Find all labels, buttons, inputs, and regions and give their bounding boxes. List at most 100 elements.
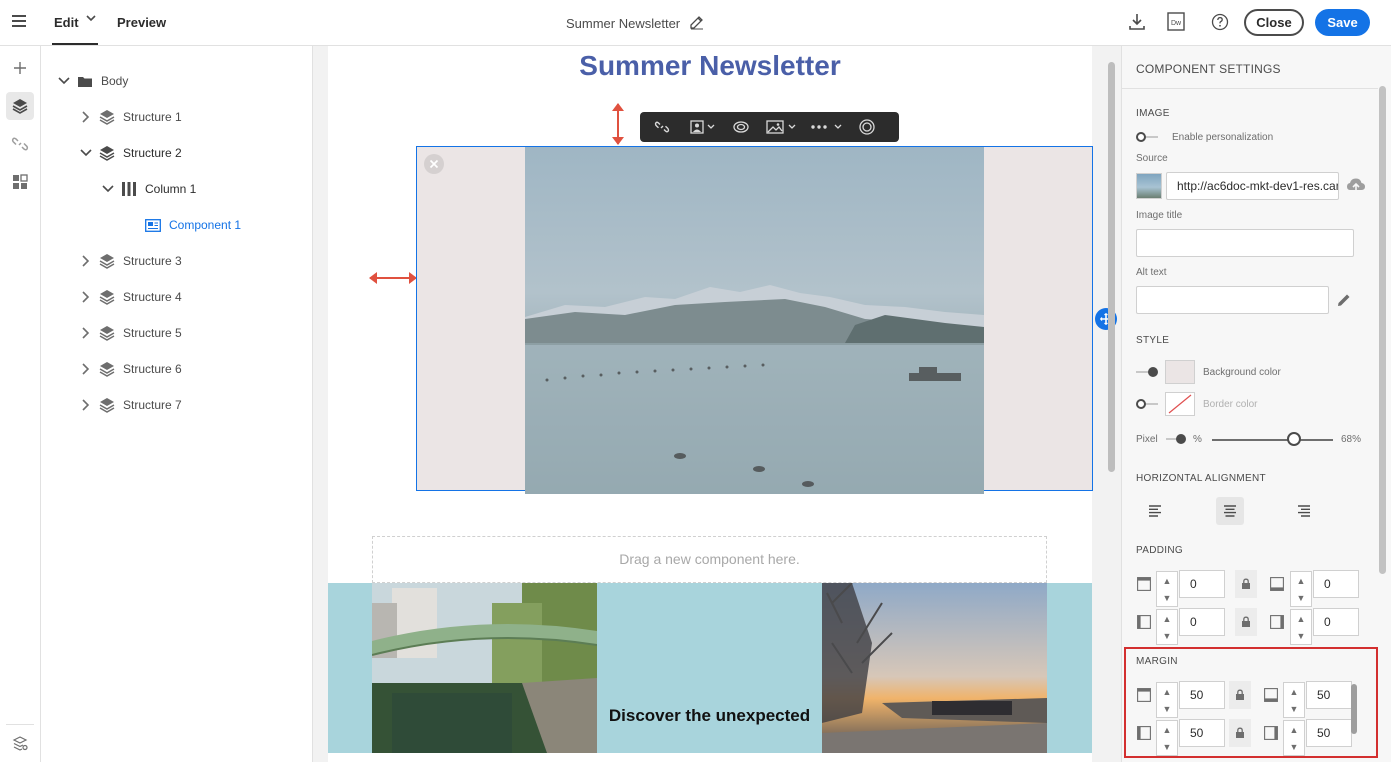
align-center-button[interactable] [1216, 497, 1244, 525]
download-icon[interactable] [1128, 12, 1146, 37]
chevron-right-icon[interactable] [79, 255, 93, 267]
margin-bottom-stepper[interactable]: ▲ ▼ [1283, 682, 1305, 718]
margin-top-input[interactable]: 50 [1179, 681, 1225, 709]
structure-3-block[interactable]: Discover the unexpected [328, 583, 1092, 753]
enable-personalization-label: Enable personalization [1172, 132, 1274, 143]
padding-lock-icon[interactable] [1235, 570, 1257, 598]
dreamweaver-icon[interactable]: Dw [1167, 12, 1185, 37]
image-title-field[interactable] [1136, 229, 1354, 257]
margin-scrollbar[interactable] [1351, 684, 1357, 734]
chevron-down-icon[interactable] [57, 77, 71, 85]
canvas-scrollbar[interactable] [1108, 62, 1115, 472]
padding-right-input[interactable]: 0 [1313, 608, 1359, 636]
bridge-canal-image[interactable] [372, 583, 597, 753]
align-left-button[interactable] [1141, 497, 1169, 525]
alt-text-field[interactable] [1136, 286, 1329, 314]
vertical-resize-arrow-icon[interactable] [610, 100, 626, 148]
tree-item-label: Structure 5 [123, 326, 182, 340]
padding-bottom-input[interactable]: 0 [1313, 570, 1359, 598]
chevron-right-icon[interactable] [79, 291, 93, 303]
upload-cloud-icon[interactable] [1346, 176, 1366, 199]
edit-title-icon[interactable] [689, 14, 705, 35]
border-color-swatch[interactable] [1165, 392, 1195, 416]
tree-item-body[interactable]: Body [57, 71, 128, 91]
opacity-slider-track[interactable] [1212, 439, 1333, 441]
tree-item-component-1[interactable]: Component 1 [145, 215, 241, 235]
tree-item-label: Body [101, 74, 129, 88]
chevron-right-icon[interactable] [79, 363, 93, 375]
tab-edit[interactable]: Edit [54, 15, 79, 30]
layer-settings-icon[interactable] [6, 729, 34, 757]
tree-item-label: Structure 3 [123, 254, 182, 268]
chevron-right-icon[interactable] [79, 327, 93, 339]
menu-icon[interactable] [12, 15, 26, 29]
edit-alt-text-icon[interactable] [1336, 292, 1352, 313]
link-icon[interactable] [650, 112, 674, 142]
structure-text[interactable]: Discover the unexpected [597, 706, 822, 726]
image-component[interactable] [416, 146, 1093, 494]
remove-component-icon[interactable] [424, 154, 444, 174]
newsletter-title[interactable]: Summer Newsletter [328, 50, 1092, 82]
lake-mountain-image[interactable] [525, 147, 984, 494]
link-icon[interactable] [6, 130, 34, 158]
save-button[interactable]: Save [1315, 9, 1370, 36]
add-icon[interactable] [6, 54, 34, 82]
chevron-right-icon[interactable] [79, 399, 93, 411]
padding-right-stepper[interactable]: ▲ ▼ [1290, 609, 1312, 645]
margin-bottom-input[interactable]: 50 [1306, 681, 1352, 709]
chevron-right-icon[interactable] [79, 111, 93, 123]
tab-preview[interactable]: Preview [117, 15, 166, 30]
style-section-label: STYLE [1136, 335, 1170, 346]
source-field[interactable]: http://ac6doc-mkt-dev1-res.campaign [1166, 172, 1339, 200]
sunset-canal-image[interactable] [822, 583, 1047, 753]
enable-personalization-toggle[interactable] [1136, 132, 1158, 142]
margin-left-input[interactable]: 50 [1179, 719, 1225, 747]
margin-right-input[interactable]: 50 [1306, 719, 1352, 747]
panel-scrollbar[interactable] [1379, 86, 1386, 574]
margin-top-stepper[interactable]: ▲ ▼ [1156, 682, 1178, 718]
margin-right-icon [1264, 726, 1278, 740]
background-color-toggle[interactable] [1136, 367, 1158, 377]
align-right-button[interactable] [1290, 497, 1318, 525]
tree-item-structure-1[interactable]: Structure 1 [79, 107, 182, 127]
tree-item-label: Column 1 [145, 182, 197, 196]
padding-top-stepper[interactable]: ▲ ▼ [1156, 571, 1178, 607]
background-color-swatch[interactable] [1165, 360, 1195, 384]
close-button[interactable]: Close [1244, 9, 1304, 36]
creative-cloud-icon[interactable] [728, 112, 754, 142]
margin-lock-icon[interactable] [1229, 681, 1251, 709]
tree-item-structure-6[interactable]: Structure 6 [79, 359, 182, 379]
padding-lock-icon[interactable] [1235, 608, 1257, 636]
padding-left-stepper[interactable]: ▲ ▼ [1156, 609, 1178, 645]
margin-left-stepper[interactable]: ▲ ▼ [1156, 720, 1178, 756]
unit-toggle[interactable] [1166, 434, 1186, 444]
source-thumbnail [1136, 173, 1162, 199]
chevron-down-icon[interactable] [86, 13, 96, 25]
horizontal-resize-arrow-icon[interactable] [366, 270, 420, 286]
personalize-image-icon[interactable] [686, 112, 720, 142]
padding-top-input[interactable]: 0 [1179, 570, 1225, 598]
border-color-toggle[interactable] [1136, 399, 1158, 409]
drop-zone[interactable]: Drag a new component here. [372, 536, 1047, 583]
padding-bottom-stepper[interactable]: ▲ ▼ [1290, 571, 1312, 607]
help-icon[interactable] [1210, 12, 1230, 37]
target-icon[interactable] [854, 112, 880, 142]
tree-item-structure-4[interactable]: Structure 4 [79, 287, 182, 307]
tree-item-structure-3[interactable]: Structure 3 [79, 251, 182, 271]
tree-item-structure-7[interactable]: Structure 7 [79, 395, 182, 415]
tree-item-column-1[interactable]: Column 1 [101, 179, 196, 199]
opacity-slider-knob[interactable] [1287, 432, 1302, 446]
layers-icon[interactable] [6, 92, 34, 120]
tree-item-structure-2[interactable]: Structure 2 [79, 143, 182, 163]
tree-item-structure-5[interactable]: Structure 5 [79, 323, 182, 343]
margin-right-stepper[interactable]: ▲ ▼ [1283, 720, 1305, 756]
padding-left-input[interactable]: 0 [1179, 608, 1225, 636]
top-bar: Edit Preview Summer Newsletter Dw Close … [0, 0, 1391, 46]
assets-icon[interactable] [6, 168, 34, 196]
chevron-down-icon[interactable] [101, 185, 115, 193]
email-body: Summer Newsletter Drag a new component h… [328, 46, 1117, 762]
chevron-down-icon[interactable] [79, 149, 93, 157]
more-options-icon[interactable] [806, 112, 850, 142]
replace-image-icon[interactable] [762, 112, 802, 142]
margin-lock-icon[interactable] [1229, 719, 1251, 747]
